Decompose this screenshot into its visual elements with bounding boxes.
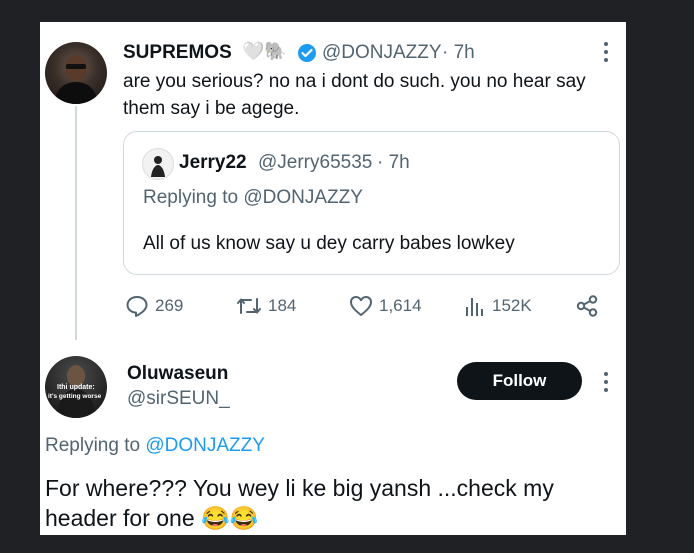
share-icon <box>576 295 598 317</box>
avatar-portrait-icon <box>53 55 99 104</box>
heart-icon <box>350 296 372 316</box>
reply-replying-to: Replying to @DONJAZZY <box>45 435 265 457</box>
tweet-time[interactable]: · 7h <box>442 42 475 64</box>
views-count: 152K <box>492 296 532 315</box>
quote-handle[interactable]: @Jerry65535 <box>258 152 372 174</box>
reply-text-line1: For where??? You wey li ke big yansh ...… <box>45 475 554 501</box>
jerry-avatar[interactable] <box>142 148 174 180</box>
replying-handle-link[interactable]: @DONJAZZY <box>145 435 265 456</box>
reply-more-options-icon[interactable] <box>603 372 609 396</box>
avatar-caption-line2: it's getting worse <box>48 393 102 400</box>
quote-display-name[interactable]: Jerry22 <box>179 152 247 174</box>
avatar-caption-line1: Ithi update: <box>57 384 95 391</box>
supremos-avatar[interactable] <box>45 42 107 104</box>
tweet-text-line2: them say i be agege. <box>123 98 300 119</box>
retweet-icon <box>237 298 261 314</box>
verified-badge-icon <box>297 43 317 68</box>
tweet-text-line1: are you serious? no na i dont do such. y… <box>123 71 586 92</box>
tweet-card: SUPREMOS 🤍🐘 @DONJAZZY · 7h are you serio… <box>40 22 626 535</box>
reply-icon <box>126 296 148 317</box>
views-button[interactable]: 152K <box>464 295 532 317</box>
reply-display-name[interactable]: Oluwaseun <box>127 363 228 385</box>
like-button[interactable]: 1,614 <box>349 295 422 317</box>
avatar-figure-icon <box>151 156 165 177</box>
tweet-handle[interactable]: @DONJAZZY <box>322 42 442 64</box>
name-emojis: 🤍🐘 <box>242 41 287 61</box>
retweet-button[interactable]: 184 <box>236 295 296 317</box>
tweet-display-name[interactable]: SUPREMOS <box>123 42 232 64</box>
reply-handle[interactable]: @sirSEUN_ <box>127 388 230 410</box>
thread-line <box>75 106 77 340</box>
replying-prefix: Replying to <box>45 435 146 456</box>
retweet-count: 184 <box>268 296 297 315</box>
follow-button[interactable]: Follow <box>457 362 582 400</box>
reply-emojis: 😂😂 <box>201 505 259 531</box>
quoted-tweet[interactable]: Jerry22 @Jerry65535 · 7h Replying to @DO… <box>123 131 620 275</box>
quote-replying-to: Replying to @DONJAZZY <box>143 187 363 208</box>
oluwaseun-avatar[interactable]: Ithi update: it's getting worse <box>45 356 107 418</box>
views-chart-icon <box>466 298 483 316</box>
more-options-icon[interactable] <box>603 42 609 66</box>
like-count: 1,614 <box>379 296 422 315</box>
reply-text-line2: header for one 😂😂 <box>45 505 258 532</box>
reply-button[interactable]: 269 <box>125 295 183 317</box>
reply-text-line2-words: header for one <box>45 505 195 531</box>
quote-text: All of us know say u dey carry babes low… <box>143 233 515 254</box>
reply-count: 269 <box>155 296 184 315</box>
share-button[interactable] <box>575 295 605 317</box>
quote-time[interactable]: · 7h <box>377 152 410 174</box>
